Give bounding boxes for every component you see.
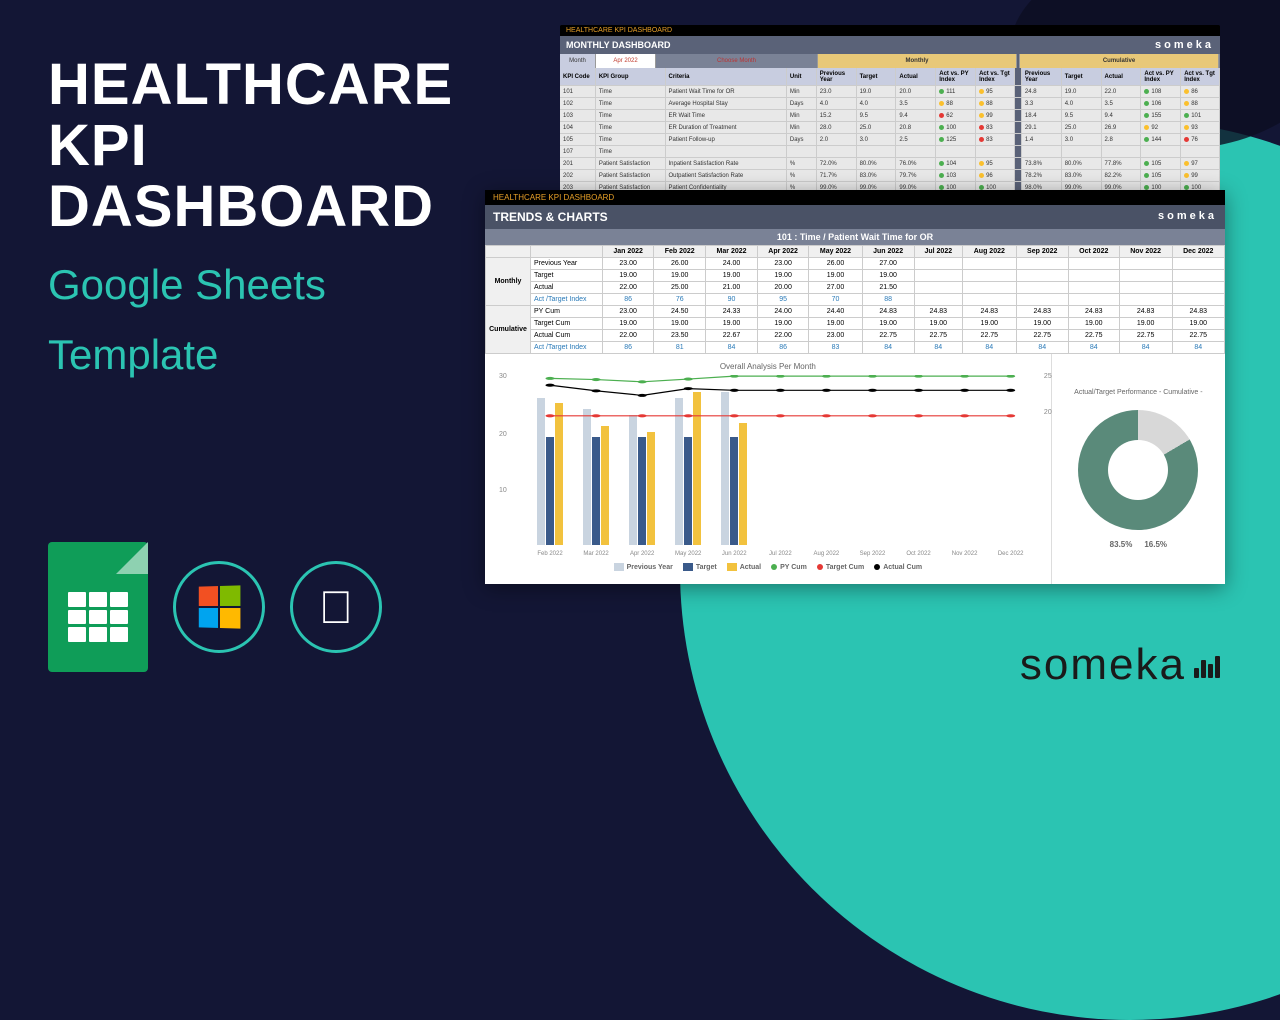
badge-2: HEALTHCARE KPI DASHBOARD <box>485 190 1225 205</box>
hero-sub-2: Template <box>48 332 528 378</box>
col-c-prev: Previous Year <box>1022 68 1062 85</box>
bar-line-chart: Overall Analysis Per Month 30 20 10 25 2… <box>485 354 1052 584</box>
windows-icon <box>173 561 265 653</box>
group-cumulative: Cumulative <box>1020 54 1219 68</box>
hero-title-3: DASHBOARD <box>48 177 528 238</box>
group-monthly: Monthly <box>818 54 1017 68</box>
hero-text: HEALTHCARE KPI DASHBOARD Google Sheets T… <box>48 55 528 378</box>
choose-month-hint: Choose Month <box>656 54 818 68</box>
col-c-tgt: Target <box>1062 68 1102 85</box>
month-selector-row: Month Apr 2022 Choose Month Monthly Cumu… <box>560 54 1220 68</box>
hero-title-2: KPI <box>48 116 528 177</box>
month-label: Month <box>560 54 596 68</box>
leg-prev: Previous Year <box>627 564 673 571</box>
ytick-r20: 20 <box>1044 409 1052 416</box>
platform-icons:  <box>48 542 382 672</box>
col-c-idx1: Act vs. PY Index <box>1141 68 1181 85</box>
kpi-row: 105TimePatient Follow-upDays2.03.02.5125… <box>560 134 1220 146</box>
screenshot-trends-charts: HEALTHCARE KPI DASHBOARD TRENDS & CHARTS… <box>485 190 1225 584</box>
donut-ring <box>1078 410 1198 530</box>
col-m-act: Actual <box>896 68 936 85</box>
kpi-row: 202Patient SatisfactionOutpatient Satisf… <box>560 170 1220 182</box>
col-m-idx2: Act vs. Tgt Index <box>976 68 1015 85</box>
heading-1-text: MONTHLY DASHBOARD <box>566 40 671 50</box>
col-m-idx1: Act vs. PY Index <box>936 68 976 85</box>
col-m-tgt: Target <box>857 68 897 85</box>
someka-brand-1: someka <box>1155 39 1214 51</box>
ytick-r25: 25 <box>1044 373 1052 380</box>
col-m-prev: Previous Year <box>817 68 857 85</box>
chart2-title: Actual/Target Performance - Cumulative - <box>1074 389 1202 396</box>
col-kpi-code: KPI Code <box>560 68 596 85</box>
col-kpi-group: KPI Group <box>596 68 666 85</box>
badge-1: HEALTHCARE KPI DASHBOARD <box>560 25 1220 36</box>
hero-sub-1: Google Sheets <box>48 262 528 308</box>
donut-leg-1: 83.5% <box>1110 540 1133 549</box>
kpi-row: 107Time <box>560 146 1220 158</box>
chart1-title: Overall Analysis Per Month <box>497 362 1039 371</box>
col-headers: KPI Code KPI Group Criteria Unit Previou… <box>560 68 1220 86</box>
brand-chart-icon <box>1194 652 1220 678</box>
leg-actcum: Actual Cum <box>883 564 922 571</box>
leg-tgt: Target <box>696 564 717 571</box>
kpi-row: 101TimePatient Wait Time for ORMin23.019… <box>560 86 1220 98</box>
kpi-row: 104TimeER Duration of TreatmentMin28.025… <box>560 122 1220 134</box>
col-unit: Unit <box>787 68 817 85</box>
kpi-row: 201Patient SatisfactionInpatient Satisfa… <box>560 158 1220 170</box>
leg-pycum: PY Cum <box>780 564 807 571</box>
hero-title-1: HEALTHCARE <box>48 55 528 116</box>
col-criteria: Criteria <box>666 68 787 85</box>
leg-tgtcum: Target Cum <box>826 564 864 571</box>
kpi-row: 103TimeER Wait TimeMin15.29.59.4629918.4… <box>560 110 1220 122</box>
someka-brand-2: someka <box>1158 210 1217 224</box>
chart1-legend: Previous Year Target Actual PY Cum Targe… <box>497 563 1039 571</box>
kpi-subtitle: 101 : Time / Patient Wait Time for OR <box>485 229 1225 245</box>
leg-act: Actual <box>740 564 761 571</box>
ytick-10: 10 <box>499 487 507 494</box>
plot-area: 30 20 10 25 20 Feb 2022Mar 2022Apr 2022M… <box>527 375 1034 545</box>
kpi-rows: 101TimePatient Wait Time for ORMin23.019… <box>560 86 1220 194</box>
donut-legend: 83.5% 16.5% <box>1110 540 1167 549</box>
heading-1: MONTHLY DASHBOARD someka <box>560 36 1220 54</box>
col-c-act: Actual <box>1102 68 1142 85</box>
data-table: Jan 2022Feb 2022Mar 2022Apr 2022May 2022… <box>485 245 1225 354</box>
donut-leg-2: 16.5% <box>1144 540 1167 549</box>
brand-text: someka <box>1020 640 1186 690</box>
charts-area: Overall Analysis Per Month 30 20 10 25 2… <box>485 354 1225 584</box>
someka-brand-main: someka <box>1020 640 1220 690</box>
ytick-20: 20 <box>499 431 507 438</box>
screenshot-monthly-dashboard: HEALTHCARE KPI DASHBOARD MONTHLY DASHBOA… <box>560 25 1220 194</box>
apple-icon:  <box>290 561 382 653</box>
donut-chart: Actual/Target Performance - Cumulative -… <box>1052 354 1225 584</box>
google-sheets-icon <box>48 542 148 672</box>
heading-2: TRENDS & CHARTS someka <box>485 205 1225 229</box>
month-value[interactable]: Apr 2022 <box>596 54 656 68</box>
col-c-idx2: Act vs. Tgt Index <box>1181 68 1220 85</box>
kpi-row: 102TimeAverage Hospital StayDays4.04.03.… <box>560 98 1220 110</box>
